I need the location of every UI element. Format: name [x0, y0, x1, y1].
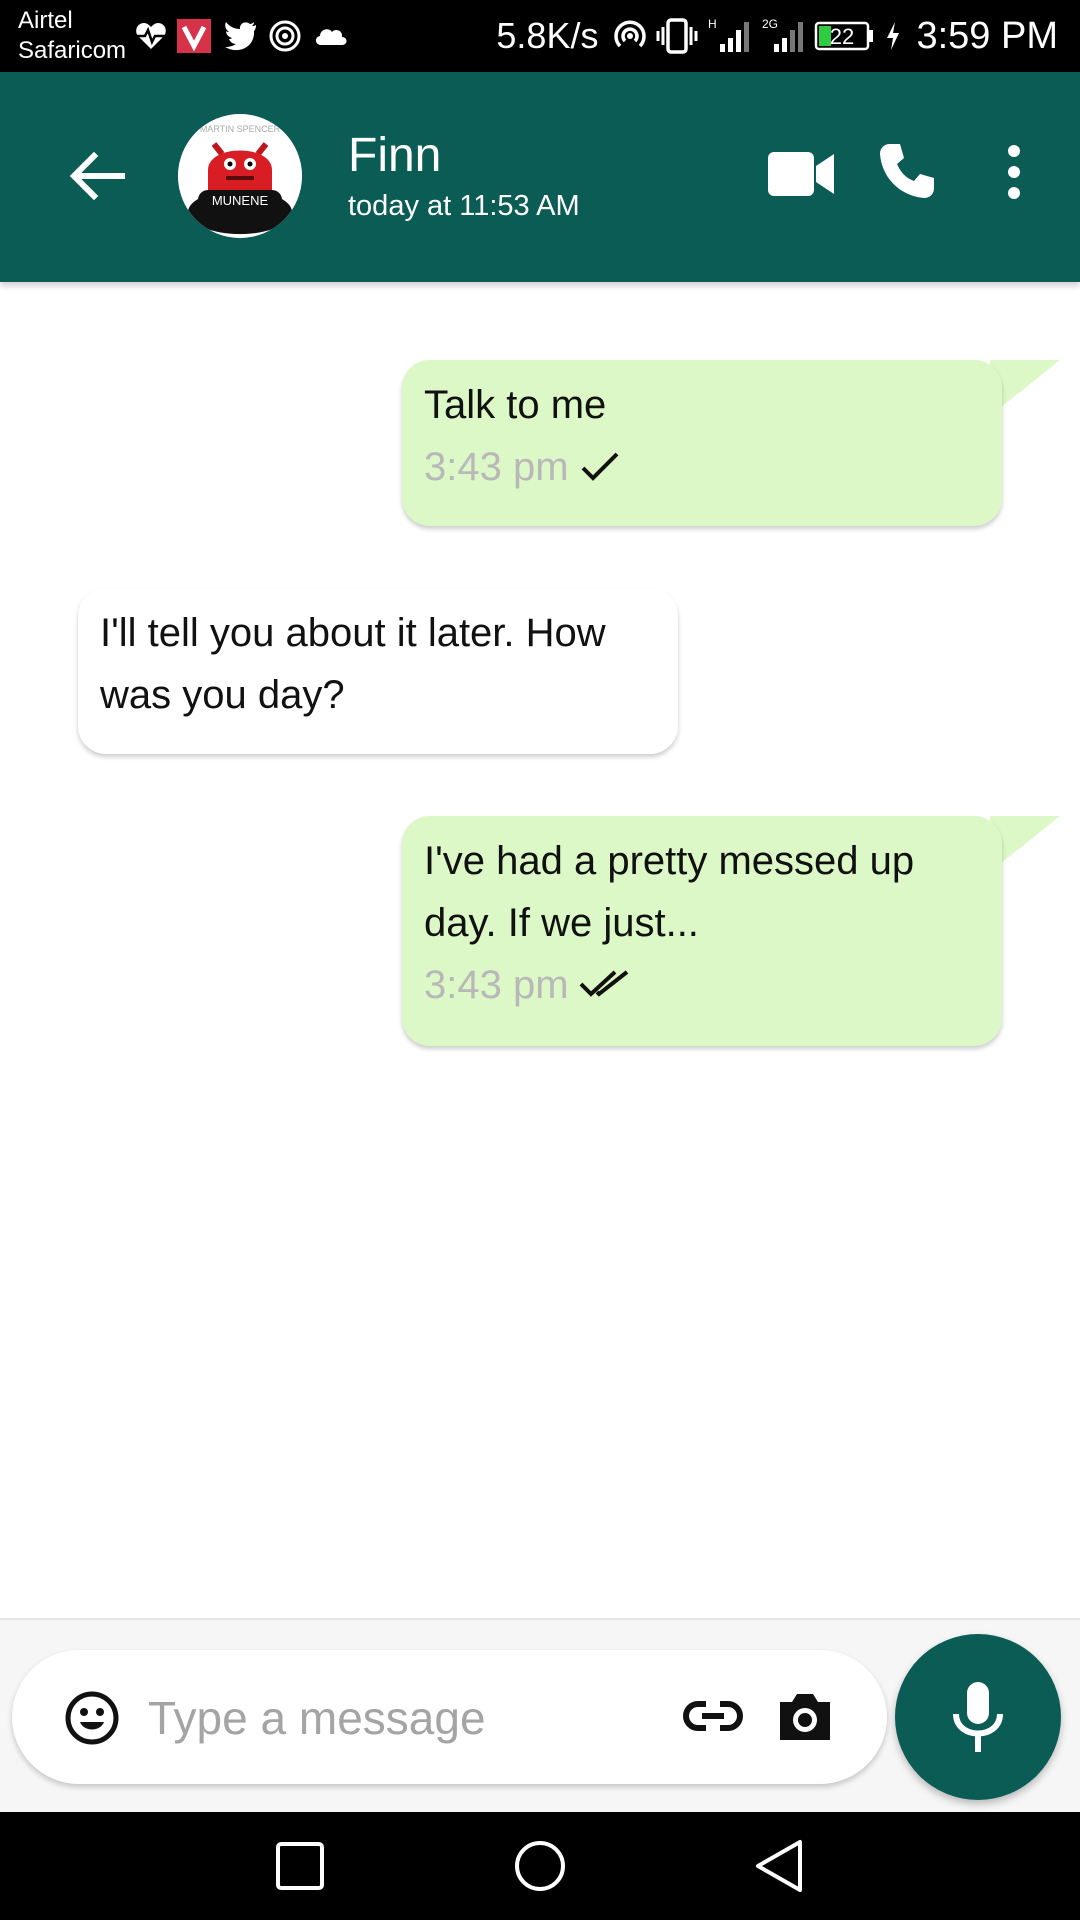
hotspot-icon — [269, 20, 301, 52]
twitter-icon — [225, 22, 256, 51]
message-time: 3:43 pm — [424, 963, 569, 1007]
more-vert-icon[interactable] — [1000, 142, 1028, 202]
wifi-hotspot-icon — [614, 20, 647, 48]
avatar-monster-image: MARTIN SPENCER MUNENE — [178, 114, 302, 238]
emoji-icon[interactable] — [64, 1690, 120, 1746]
message-text: I've had a pretty messed up day. If we j… — [424, 839, 915, 945]
signal-icon: H — [708, 17, 750, 52]
video-call-icon[interactable] — [766, 148, 836, 200]
battery-icon: 22 — [815, 21, 874, 51]
mic-icon — [953, 1682, 1003, 1752]
carrier-line-2: Safaricom — [18, 37, 127, 64]
network-type-2: 2G — [762, 17, 778, 31]
svg-text:MARTIN SPENCER: MARTIN SPENCER — [200, 124, 281, 134]
camera-icon[interactable] — [776, 1690, 834, 1742]
single-check-icon — [581, 452, 618, 481]
last-seen: today at 11:53 AM — [348, 190, 580, 222]
message-text: I'll tell you about it later. How was yo… — [100, 611, 606, 717]
message-input[interactable] — [148, 1690, 658, 1746]
signal-icon-2: 2G — [762, 17, 804, 52]
carrier-label: Airtel Safaricom — [18, 6, 126, 66]
attach-link-icon[interactable] — [682, 1696, 744, 1736]
charging-icon — [887, 22, 900, 50]
network-type-1: H — [708, 17, 717, 31]
phone-icon[interactable] — [876, 140, 938, 202]
recent-apps-icon[interactable] — [268, 1834, 332, 1898]
avatar-text: MUNENE — [212, 193, 269, 208]
message-text: Talk to me — [424, 383, 607, 427]
back-icon[interactable] — [748, 1834, 812, 1898]
heart-pulse-icon — [136, 23, 166, 49]
status-bar: Airtel Safaricom 5.8K/s H 2G 22 3:59 PM — [0, 0, 1080, 72]
system-nav-bar — [0, 1812, 1080, 1920]
status-right-group: 5.8K/s H 2G 22 3:59 PM — [496, 0, 1058, 72]
vibrate-icon — [656, 18, 698, 54]
status-time: 3:59 PM — [916, 14, 1058, 57]
message-bubble-incoming[interactable]: I'll tell you about it later. How was yo… — [78, 588, 678, 754]
avatar[interactable]: MARTIN SPENCER MUNENE — [178, 114, 302, 238]
voice-record-button[interactable] — [895, 1634, 1061, 1800]
message-time: 3:43 pm — [424, 445, 569, 489]
chat-header: MARTIN SPENCER MUNENE Finn today at 11:5… — [0, 72, 1080, 282]
message-bubble-outgoing[interactable]: Talk to me 3:43 pm — [402, 360, 1002, 526]
network-speed: 5.8K/s — [496, 15, 599, 56]
battery-level: 22 — [830, 24, 854, 49]
back-arrow-icon[interactable] — [62, 140, 134, 212]
contact-name[interactable]: Finn — [348, 128, 441, 183]
message-bubble-outgoing[interactable]: I've had a pretty messed up day. If we j… — [402, 816, 1002, 1046]
double-check-icon — [579, 970, 628, 997]
home-icon[interactable] — [508, 1834, 572, 1898]
vidmate-icon — [177, 19, 211, 53]
carrier-line-1: Airtel — [18, 7, 73, 34]
cloud-icon — [315, 29, 347, 45]
